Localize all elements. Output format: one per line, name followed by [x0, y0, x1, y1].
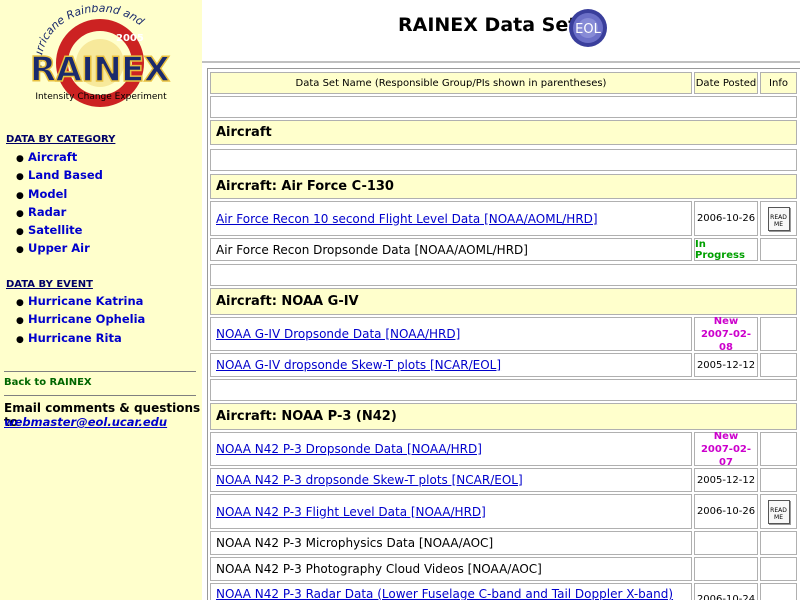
category-list: ● Aircraft ● Land Based ● Model ● Radar ● Sat… [16, 150, 103, 260]
logo-year: 2005 [116, 33, 144, 44]
category-item-aircraft[interactable]: ● Aircraft [16, 150, 103, 168]
readme-icon[interactable]: READ ME [767, 499, 790, 524]
main-content: RAINEX Data Sets EOL Data Set Name (Resp… [202, 0, 800, 600]
bullet-icon: ● [16, 334, 24, 345]
bullet-icon: ● [16, 190, 24, 201]
data-sets-table: Data Set Name (Responsible Group/PIs sho… [207, 68, 800, 600]
bullet-icon: ● [16, 298, 24, 308]
dataset-link[interactable]: NOAA G-IV Dropsonde Data [NOAA/HRD] [216, 327, 460, 341]
sidebar: Hurricane Rainband and 2005 RAINEX Inten… [0, 0, 202, 600]
date-posted: 2005-12-12 [694, 353, 758, 377]
event-item-katrina[interactable]: ● Hurricane Katrina [16, 294, 145, 312]
dataset-name: Air Force Recon Dropsonde Data [NOAA/AOM… [216, 242, 528, 257]
category-item-land-based[interactable]: ● Land Based [16, 168, 103, 186]
sidebar-divider [4, 395, 196, 396]
event-item-rita[interactable]: ● Hurricane Rita [16, 331, 145, 349]
logo-name: RAINEX [30, 50, 170, 90]
bullet-icon: ● [16, 172, 24, 183]
bullet-icon: ● [16, 316, 24, 327]
page-title: RAINEX Data Sets [398, 14, 589, 36]
bullet-icon: ● [16, 208, 24, 219]
sidebar-divider [4, 371, 196, 372]
event-item-ophelia[interactable]: ● Hurricane Ophelia [16, 312, 145, 330]
new-badge: New 2007-02-07 [700, 430, 752, 468]
logo-subtitle: Intensity Change Experiment [35, 92, 167, 102]
dataset-link[interactable]: NOAA G-IV dropsonde Skew-T plots [NCAR/E… [216, 358, 501, 372]
eol-logo-text: EOL [575, 22, 601, 37]
column-header-date: Date Posted [694, 72, 758, 94]
dataset-link[interactable]: NOAA N42 P-3 Flight Level Data [NOAA/HRD… [216, 505, 486, 519]
eol-logo[interactable]: EOL [568, 8, 608, 48]
dataset-name: NOAA N42 P-3 Microphysics Data [NOAA/AOC… [216, 536, 494, 550]
event-list: ● Hurricane Katrina ● Hurricane Ophelia ● H… [16, 294, 145, 349]
category-item-satellite[interactable]: ● Satellite [16, 223, 103, 241]
dataset-name: NOAA N42 P-3 Photography Cloud Videos [N… [216, 562, 542, 576]
dataset-link[interactable]: NOAA N42 P-3 dropsonde Skew-T plots [NCA… [216, 473, 523, 487]
category-item-model[interactable]: ● Model [16, 187, 103, 205]
dataset-link[interactable]: Air Force Recon 10 second Flight Level D… [216, 212, 598, 226]
category-item-radar[interactable]: ● Radar [16, 205, 103, 223]
readme-icon[interactable]: READ ME [767, 206, 790, 231]
status-in-progress: In Progress [695, 238, 745, 261]
date-posted: 2006-10-26 [694, 494, 758, 529]
column-header-name: Data Set Name (Responsible Group/PIs sho… [210, 72, 692, 94]
email-link[interactable]: webmaster@eol.ucar.edu [4, 415, 167, 429]
column-header-info: Info [760, 72, 797, 94]
event-heading: DATA BY EVENT [6, 279, 93, 290]
date-posted: 2006-10-26 [694, 201, 758, 236]
dataset-link[interactable]: NOAA N42 P-3 Dropsonde Data [NOAA/HRD] [216, 442, 482, 456]
header-divider [202, 61, 800, 63]
bullet-icon: ● [16, 154, 24, 164]
dataset-link[interactable]: NOAA N42 P-3 Radar Data (Lower Fuselage … [216, 587, 673, 600]
category-item-upper-air[interactable]: ● Upper Air [16, 241, 103, 259]
bullet-icon: ● [16, 245, 24, 256]
back-to-rainex-link[interactable]: Back to RAINEX [4, 377, 92, 388]
category-heading: DATA BY CATEGORY [6, 134, 116, 145]
date-posted: 2006-10-24 [694, 583, 758, 600]
date-posted: 2005-12-12 [694, 468, 758, 492]
new-badge: New 2007-02-08 [700, 315, 752, 353]
bullet-icon: ● [16, 227, 24, 238]
